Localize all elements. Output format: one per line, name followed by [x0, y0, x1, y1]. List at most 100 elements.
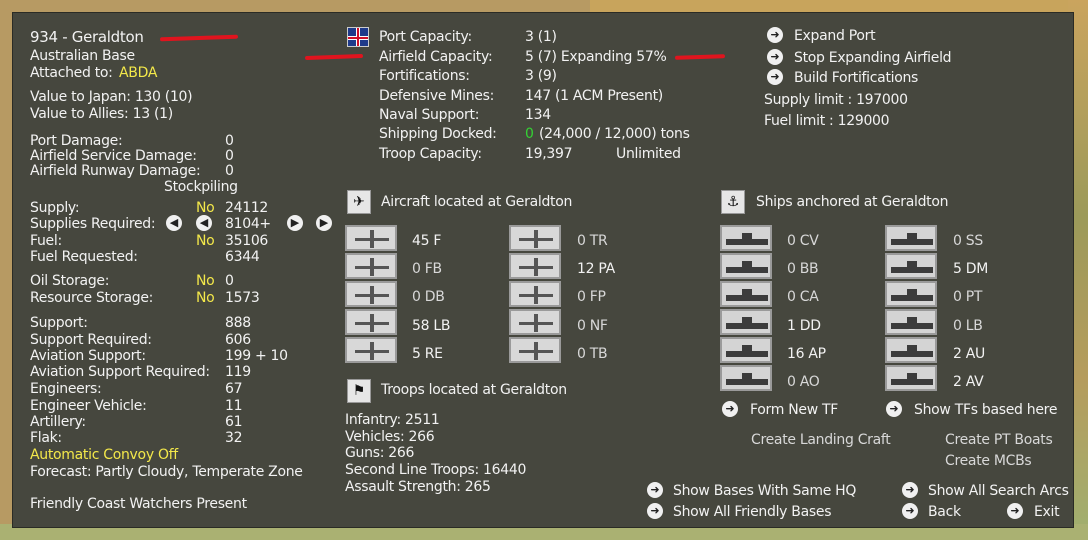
fighter-bomber-icon[interactable] [345, 253, 397, 279]
aviation-support-required-label: Aviation Support Required: [30, 364, 210, 380]
port-capacity-value: 3 (1) [525, 29, 557, 45]
airfield-service-damage-label: Airfield Service Damage: [30, 148, 197, 164]
aircraft-count-lb: 58 LB [412, 318, 451, 334]
supply-label: Supply: [30, 200, 80, 216]
value-to-japan: Value to Japan: 130 (10) [30, 89, 193, 105]
build-fortifications-button[interactable]: Build Fortifications [794, 70, 918, 86]
exit-arrow-icon[interactable]: ➜ [1007, 503, 1023, 519]
torpedo-bomber-icon[interactable] [509, 337, 561, 363]
float-plane-icon[interactable] [509, 281, 561, 307]
submarine-icon[interactable] [885, 225, 937, 251]
friendly-bases-arrow-icon[interactable]: ➜ [647, 503, 663, 519]
aircraft-count-db: 0 DB [412, 289, 445, 305]
port-capacity-label: Port Capacity: [379, 29, 472, 45]
seaplane-tender-icon[interactable] [885, 365, 937, 391]
fuel-label: Fuel: [30, 233, 62, 249]
build-fortifications-arrow-icon[interactable]: ➜ [767, 69, 783, 85]
carrier-icon[interactable] [720, 225, 772, 251]
ship-count-pt: 0 PT [953, 289, 983, 305]
flag-icon: ⚑ [347, 379, 371, 403]
show-tfs-arrow-icon[interactable]: ➜ [886, 401, 902, 417]
supply-limit: Supply limit : 197000 [764, 92, 908, 108]
supply-stockpile-toggle[interactable]: No [196, 200, 215, 216]
transport-ship-icon[interactable] [720, 337, 772, 363]
coast-watchers-status: Friendly Coast Watchers Present [30, 496, 247, 512]
ship-count-ss: 0 SS [953, 233, 983, 249]
landing-barge-icon[interactable] [885, 309, 937, 335]
same-hq-arrow-icon[interactable]: ➜ [647, 482, 663, 498]
engineer-vehicle-value: 11 [225, 398, 243, 414]
ship-count-cv: 0 CV [787, 233, 819, 249]
show-bases-same-hq-button[interactable]: Show Bases With Same HQ [673, 483, 856, 499]
resource-storage-toggle[interactable]: No [196, 290, 215, 306]
red-underline-mark [159, 34, 239, 42]
troops-vehicles: Vehicles: 266 [345, 429, 435, 445]
show-tfs-based-here-button[interactable]: Show TFs based here [914, 402, 1057, 418]
search-arcs-arrow-icon[interactable]: ➜ [902, 482, 918, 498]
destroyer-icon[interactable] [720, 309, 772, 335]
recon-icon[interactable] [345, 337, 397, 363]
supplies-max-button[interactable]: ▶ [316, 215, 332, 231]
supplies-decrease-button[interactable]: ◀ [196, 215, 212, 231]
ship-count-av: 2 AV [953, 374, 984, 390]
support-label: Support: [30, 315, 88, 331]
night-fighter-icon[interactable] [509, 309, 561, 335]
engineers-value: 67 [225, 381, 243, 397]
ship-count-ca: 0 CA [787, 289, 819, 305]
expand-port-arrow-icon[interactable]: ➜ [767, 27, 783, 43]
expand-port-button[interactable]: Expand Port [794, 28, 876, 44]
attached-to-value[interactable]: ABDA [119, 65, 157, 81]
fighter-icon[interactable] [345, 225, 397, 251]
supplies-min-button[interactable]: ◀ [166, 215, 182, 231]
anchor-icon: ⚓ [721, 190, 745, 214]
dive-bomber-icon[interactable] [345, 281, 397, 307]
supplies-increase-button[interactable]: ▶ [287, 215, 303, 231]
support-required-value: 606 [225, 332, 251, 348]
oiler-icon[interactable] [720, 365, 772, 391]
value-to-allies: Value to Allies: 13 (1) [30, 106, 173, 122]
show-all-search-arcs-button[interactable]: Show All Search Arcs [928, 483, 1069, 499]
british-flag-icon [347, 27, 369, 47]
transport-plane-icon[interactable] [509, 225, 561, 251]
fuel-requested-value: 6344 [225, 249, 260, 265]
cruiser-icon[interactable] [720, 281, 772, 307]
ships-header: Ships anchored at Geraldton [756, 194, 949, 210]
exit-button[interactable]: Exit [1034, 504, 1060, 520]
ship-count-au: 2 AU [953, 346, 985, 362]
minelayer-icon[interactable] [885, 253, 937, 279]
shipping-docked-count[interactable]: 0 [525, 126, 534, 142]
troops-guns: Guns: 266 [345, 445, 415, 461]
stop-expanding-arrow-icon[interactable]: ➜ [767, 49, 783, 65]
ship-count-bb: 0 BB [787, 261, 819, 277]
aircraft-count-tb: 0 TB [577, 346, 608, 362]
fuel-stockpile-toggle[interactable]: No [196, 233, 215, 249]
show-all-friendly-bases-button[interactable]: Show All Friendly Bases [673, 504, 832, 520]
battleship-icon[interactable] [720, 253, 772, 279]
level-bomber-icon[interactable] [345, 309, 397, 335]
naval-support-value: 134 [525, 107, 551, 123]
create-pt-boats-button[interactable]: Create PT Boats [945, 432, 1053, 448]
create-landing-craft-button[interactable]: Create Landing Craft [751, 432, 891, 448]
back-arrow-icon[interactable]: ➜ [902, 503, 918, 519]
form-new-tf-arrow-icon[interactable]: ➜ [722, 401, 738, 417]
create-mcbs-button[interactable]: Create MCBs [945, 453, 1032, 469]
patrol-plane-icon[interactable] [509, 253, 561, 279]
auxiliary-icon[interactable] [885, 337, 937, 363]
stop-expanding-airfield-button[interactable]: Stop Expanding Airfield [794, 50, 952, 66]
automatic-convoy-toggle[interactable]: Automatic Convoy Off [30, 447, 178, 463]
stockpiling-label: Stockpiling [164, 179, 238, 195]
oil-storage-toggle[interactable]: No [196, 273, 215, 289]
airfield-runway-damage-label: Airfield Runway Damage: [30, 163, 201, 179]
airfield-capacity-value: 5 (7) Expanding 57% [525, 49, 667, 65]
aircraft-count-re: 5 RE [412, 346, 443, 362]
airfield-capacity-label: Airfield Capacity: [379, 49, 493, 65]
form-new-tf-button[interactable]: Form New TF [750, 402, 838, 418]
back-button[interactable]: Back [928, 504, 961, 520]
aviation-support-value: 199 + 10 [225, 348, 288, 364]
pt-boat-icon[interactable] [885, 281, 937, 307]
troops-assault-strength: Assault Strength: 265 [345, 479, 491, 495]
shipping-docked-label: Shipping Docked: [379, 126, 497, 142]
troop-capacity-label: Troop Capacity: [379, 146, 482, 162]
defensive-mines-label: Defensive Mines: [379, 88, 495, 104]
ship-count-ao: 0 AO [787, 374, 820, 390]
